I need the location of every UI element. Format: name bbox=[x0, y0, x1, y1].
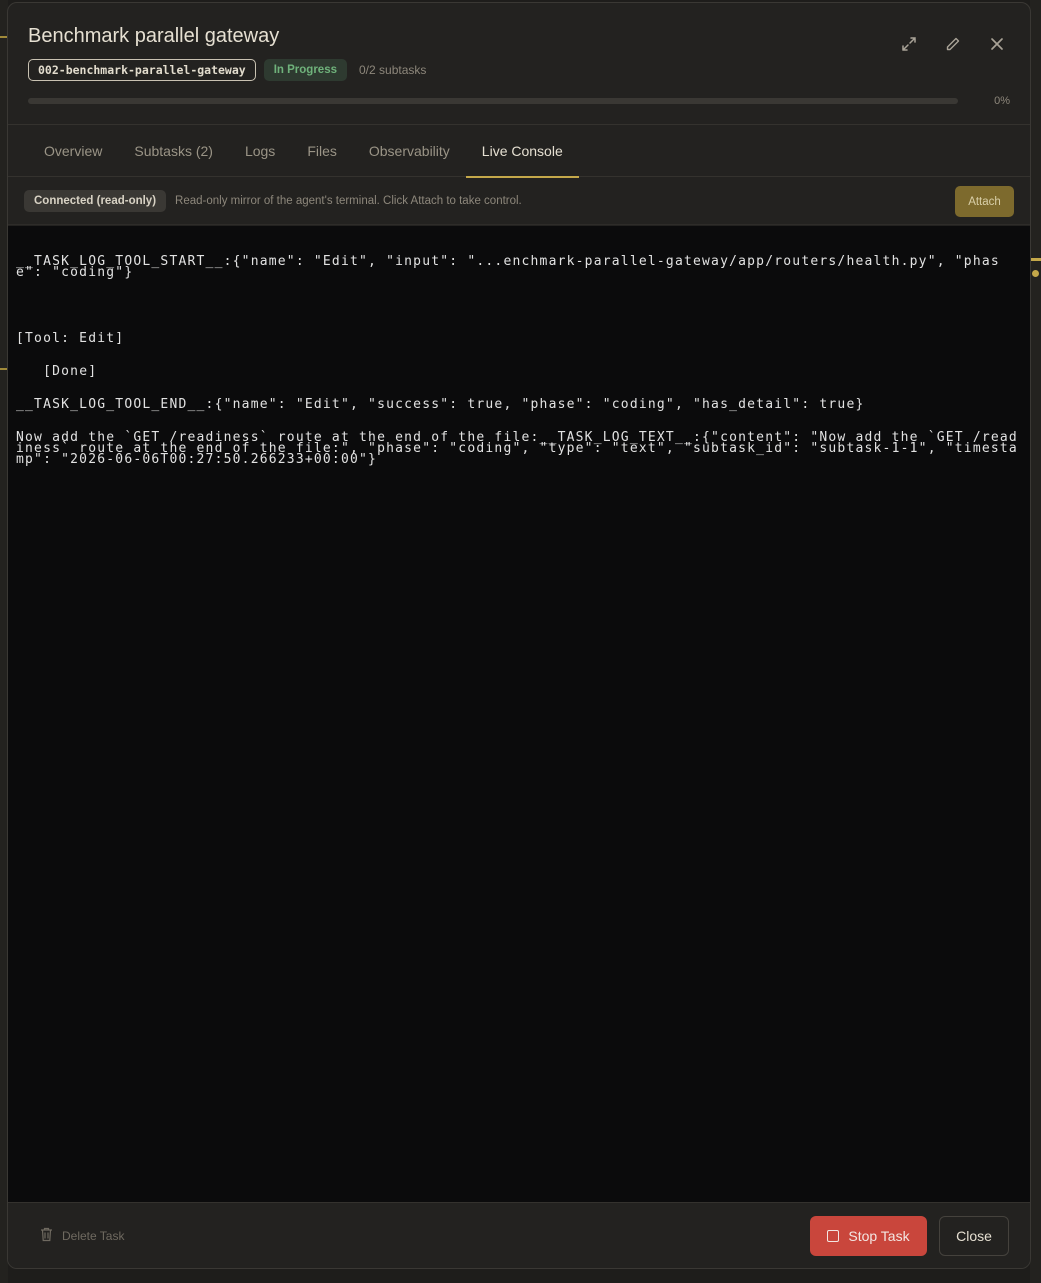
terminal-line: __TASK_LOG_TOOL_START__:{"name": "Edit",… bbox=[16, 254, 1000, 280]
terminal-line: [Tool: Edit] bbox=[16, 331, 125, 346]
stop-task-label: Stop Task bbox=[848, 1228, 910, 1244]
expand-icon[interactable] bbox=[898, 33, 920, 55]
delete-task-label: Delete Task bbox=[62, 1229, 125, 1243]
modal-header: Benchmark parallel gateway 002-benchmark… bbox=[8, 3, 1030, 125]
attach-button[interactable]: Attach bbox=[955, 186, 1014, 217]
close-button[interactable]: Close bbox=[939, 1216, 1009, 1256]
background-right-edge bbox=[1030, 0, 1041, 1283]
close-icon[interactable] bbox=[986, 33, 1008, 55]
tab-overview[interactable]: Overview bbox=[28, 125, 118, 177]
edit-icon[interactable] bbox=[942, 33, 964, 55]
task-meta-row: 002-benchmark-parallel-gateway In Progre… bbox=[28, 59, 426, 81]
tab-files[interactable]: Files bbox=[291, 125, 353, 177]
stop-icon bbox=[827, 1230, 840, 1242]
header-actions bbox=[898, 33, 1008, 55]
tab-bar: Overview Subtasks (2) Logs Files Observa… bbox=[8, 125, 1030, 178]
terminal-line: __TASK_LOG_TOOL_END__:{"name": "Edit", "… bbox=[16, 397, 865, 412]
console-description: Read-only mirror of the agent's terminal… bbox=[175, 194, 522, 207]
progress-bar bbox=[28, 98, 958, 104]
delete-task-button[interactable]: Delete Task bbox=[40, 1227, 124, 1245]
background-status-dot bbox=[1032, 270, 1039, 277]
modal-footer: Delete Task Stop Task Close bbox=[8, 1202, 1030, 1268]
progress-percent: 0% bbox=[994, 95, 1010, 107]
terminal-output[interactable]: __TASK_LOG_TOOL_START__:{"name": "Edit",… bbox=[8, 226, 1030, 1203]
subtask-count: 0/2 subtasks bbox=[359, 63, 427, 77]
background-accent-line bbox=[1030, 258, 1041, 261]
tab-live-console[interactable]: Live Console bbox=[465, 125, 579, 178]
task-slug-badge: 002-benchmark-parallel-gateway bbox=[28, 59, 256, 81]
tab-logs[interactable]: Logs bbox=[229, 125, 291, 177]
connection-badge: Connected (read-only) bbox=[24, 189, 167, 212]
console-status-bar: Connected (read-only) Read-only mirror o… bbox=[8, 177, 1030, 225]
terminal-line: Now add the `GET /readiness` route at th… bbox=[16, 430, 1018, 467]
terminal-line: [Done] bbox=[16, 364, 98, 379]
tab-subtasks[interactable]: Subtasks (2) bbox=[118, 125, 229, 177]
task-detail-modal: Benchmark parallel gateway 002-benchmark… bbox=[7, 2, 1031, 1269]
stop-task-button[interactable]: Stop Task bbox=[810, 1216, 927, 1256]
task-title: Benchmark parallel gateway bbox=[28, 25, 280, 47]
trash-icon bbox=[40, 1227, 53, 1245]
status-badge: In Progress bbox=[263, 59, 347, 81]
tab-observability[interactable]: Observability bbox=[353, 125, 466, 177]
